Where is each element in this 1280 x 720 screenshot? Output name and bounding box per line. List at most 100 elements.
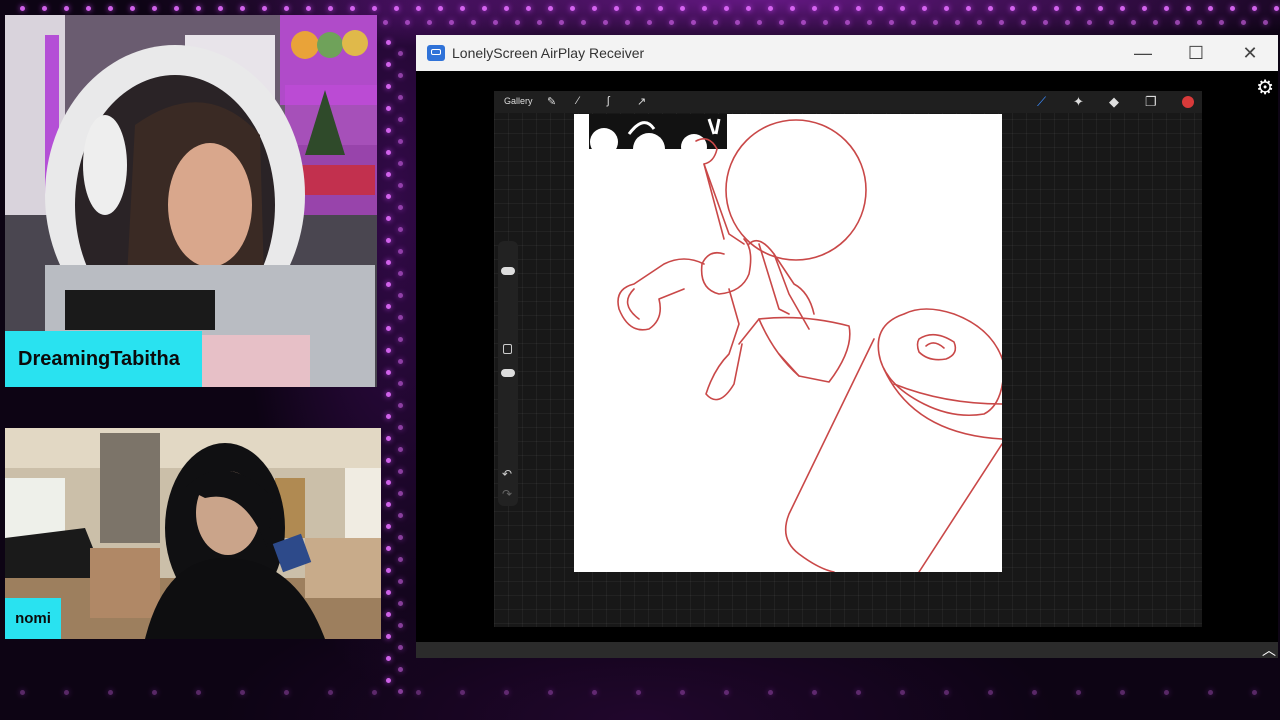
glow-dot [845,20,850,25]
transform-icon[interactable]: ↗ [637,95,646,108]
glow-dot [306,6,311,11]
glow-dot [790,6,795,11]
glow-dot [1252,690,1257,695]
glow-dot [889,20,894,25]
glow-dot [801,20,806,25]
glow-dot [746,6,751,11]
glow-dot [966,6,971,11]
eraser-icon[interactable]: ◆ [1109,94,1119,110]
glow-dot [394,6,399,11]
glow-dot [386,634,391,639]
glow-dot [988,6,993,11]
glow-dot [680,6,685,11]
glow-dot [108,6,113,11]
glow-dot [878,6,883,11]
opacity-slider[interactable] [501,369,515,377]
layers-icon[interactable]: ❐ [1145,94,1157,110]
glow-dot [108,690,113,695]
glow-dot [398,117,403,122]
glow-dot [515,20,520,25]
airplay-app-icon [427,45,445,61]
glow-dot [386,62,391,67]
glow-dot [647,20,652,25]
glow-dot [944,690,949,695]
glow-dot [603,20,608,25]
modify-button[interactable] [503,344,512,354]
glow-dot [988,690,993,695]
color-swatch[interactable] [1182,96,1194,108]
glow-dot [1043,20,1048,25]
glow-dot [713,20,718,25]
glow-dot [386,568,391,573]
glow-dot [386,216,391,221]
glow-dot [218,6,223,11]
undo-icon[interactable]: ↶ [502,467,512,481]
glow-dot [1065,20,1070,25]
glow-dot [398,425,403,430]
glow-dot [386,546,391,551]
procreate-toolbar: Gallery ✎ ⁄ ʃ ↗ ⟋ ✦ ◆ ❐ [494,91,1202,113]
sketch-drawing [589,114,1002,572]
gear-icon[interactable]: ⚙ [1256,75,1274,100]
window-bottom-scrollbar[interactable]: ︿ [416,642,1278,658]
glow-dot [658,6,663,11]
glow-dot [372,690,377,695]
glow-dot [1164,6,1169,11]
brush-size-slider[interactable] [501,267,515,275]
glow-dot [1230,6,1235,11]
glow-dot [1032,6,1037,11]
glow-dot [398,359,403,364]
webcam-nomi: nomi [5,428,381,639]
redo-icon[interactable]: ↷ [502,487,512,501]
glow-dot [386,326,391,331]
close-button[interactable]: ✕ [1227,35,1273,71]
glow-dot [386,590,391,595]
glow-dot [911,20,916,25]
drawing-canvas[interactable] [574,114,1002,572]
glow-dot [1076,690,1081,695]
chevron-up-icon[interactable]: ︿ [1262,642,1276,658]
glow-dot [1032,690,1037,695]
maximize-button[interactable]: ☐ [1173,35,1219,71]
brush-icon[interactable]: ⟋ [1037,94,1046,110]
glow-dot [386,370,391,375]
glow-dot [152,690,157,695]
glow-dot [398,139,403,144]
wrench-icon[interactable]: ✎ [547,95,556,108]
glow-dot [42,6,47,11]
glow-dot [669,20,674,25]
selection-icon[interactable]: ʃ [607,95,609,107]
gallery-button[interactable]: Gallery [504,96,533,106]
glow-dot [386,502,391,507]
glow-dot [1197,20,1202,25]
glow-dot [427,20,432,25]
glow-dot [386,414,391,419]
glow-dot [398,535,403,540]
glow-dot [398,315,403,320]
glow-dot [398,249,403,254]
glow-dot [20,6,25,11]
magic-wand-icon[interactable]: ⁄ [577,95,579,107]
glow-dot [702,6,707,11]
glow-dot [328,6,333,11]
glow-dot [398,51,403,56]
glow-dot [1131,20,1136,25]
minimize-button[interactable]: — [1120,35,1166,71]
glow-dot [735,20,740,25]
glow-dot [1076,6,1081,11]
glow-dot [386,348,391,353]
smudge-icon[interactable]: ✦ [1073,94,1084,110]
glow-dot [386,194,391,199]
glow-dot [977,20,982,25]
airplay-window: LonelyScreen AirPlay Receiver — ☐ ✕ ⚙ Ga… [416,35,1278,658]
glow-dot [398,337,403,342]
glow-dot [438,6,443,11]
glow-dot [386,128,391,133]
glow-dot [1054,6,1059,11]
glow-dot [768,690,773,695]
window-titlebar[interactable]: LonelyScreen AirPlay Receiver — ☐ ✕ [416,35,1278,71]
glow-dot [460,690,465,695]
glow-dot [386,524,391,529]
glow-dot [1098,6,1103,11]
glow-dot [130,6,135,11]
